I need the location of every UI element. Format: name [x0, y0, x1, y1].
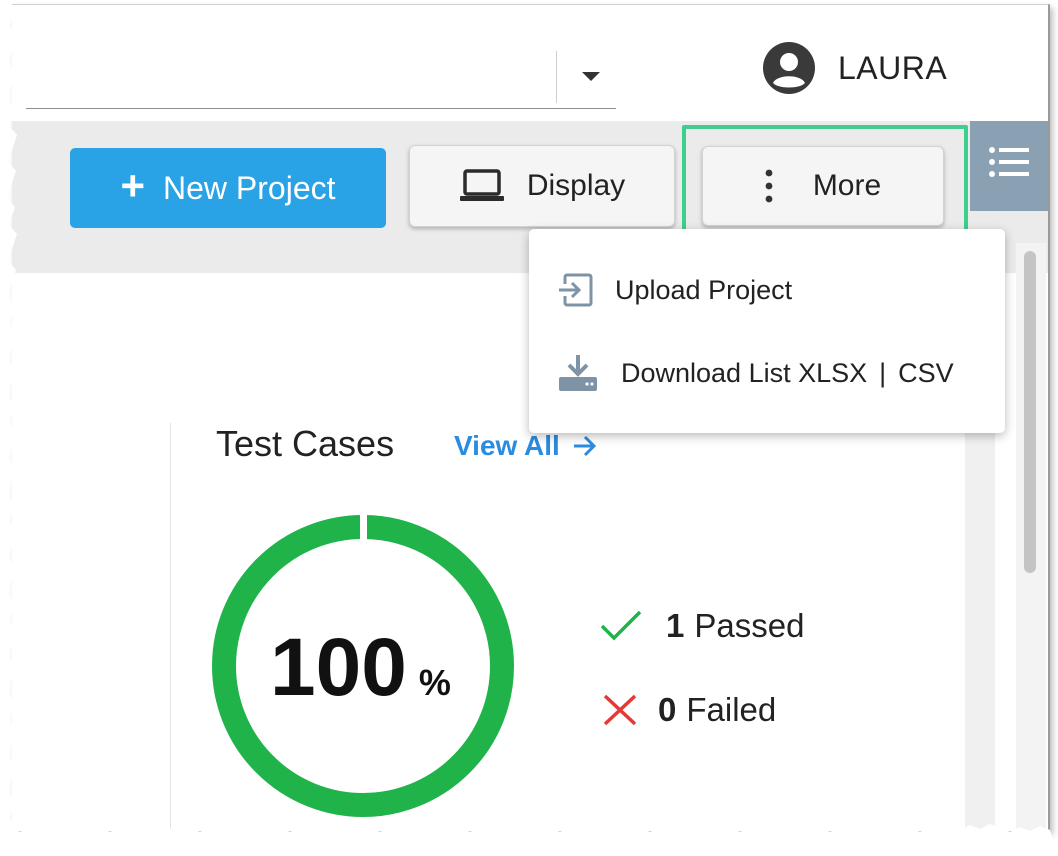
more-button[interactable]: More — [702, 146, 944, 226]
user-menu[interactable]: LAURA — [762, 41, 947, 95]
app-window: LAURA + New Project Display More Test Ca… — [12, 4, 1050, 831]
passed-count: 1 — [666, 607, 685, 644]
list-view-toggle[interactable] — [970, 121, 1048, 211]
display-label: Display — [526, 169, 626, 202]
list-icon — [989, 147, 1029, 177]
passed-stat: 1 Passed — [600, 607, 804, 645]
chevron-down-icon[interactable] — [582, 72, 600, 81]
menu-item-download-list[interactable]: Download List XLSX | CSV — [557, 353, 954, 393]
user-name: LAURA — [838, 49, 948, 86]
download-csv-label[interactable]: CSV — [898, 358, 954, 388]
arrow-right-icon — [573, 435, 596, 457]
scrollbar-thumb[interactable] — [1024, 251, 1036, 573]
card-title: Test Cases — [216, 423, 395, 464]
project-select-underline[interactable] — [26, 108, 616, 109]
top-bar: LAURA — [12, 5, 1048, 121]
plus-icon: + — [120, 162, 146, 209]
failed-label: Failed — [686, 691, 777, 728]
more-dropdown-menu: Upload Project Download List XLSX | CSV — [529, 229, 1005, 433]
project-select-divider — [556, 51, 557, 103]
check-icon — [600, 610, 642, 641]
download-separator: | — [879, 357, 887, 388]
view-all-link[interactable]: View All — [454, 430, 598, 462]
upload-icon — [557, 273, 593, 307]
torn-edge-left — [0, 0, 17, 856]
new-project-button[interactable]: + New Project — [70, 148, 386, 228]
download-xlsx-label[interactable]: Download List XLSX — [621, 358, 867, 388]
card-border — [170, 423, 171, 831]
upload-label: Upload Project — [615, 274, 793, 305]
percent-sign: % — [418, 662, 451, 703]
display-button[interactable]: Display — [409, 145, 675, 227]
menu-item-upload-project[interactable]: Upload Project — [557, 273, 792, 307]
percent-value: 100 — [270, 622, 407, 713]
torn-edge-bottom — [0, 824, 1058, 856]
user-avatar-icon — [763, 42, 815, 94]
laptop-icon — [459, 169, 504, 201]
download-icon — [559, 355, 597, 391]
more-label: More — [812, 169, 882, 202]
pass-percentage: 100 % — [270, 621, 451, 715]
x-icon — [603, 694, 637, 726]
passed-label: Passed — [694, 607, 805, 644]
view-all-label: View All — [454, 430, 560, 461]
new-project-label: New Project — [163, 169, 336, 206]
more-vertical-icon — [765, 169, 773, 203]
failed-stat: 0 Failed — [602, 691, 776, 729]
failed-count: 0 — [658, 691, 677, 728]
